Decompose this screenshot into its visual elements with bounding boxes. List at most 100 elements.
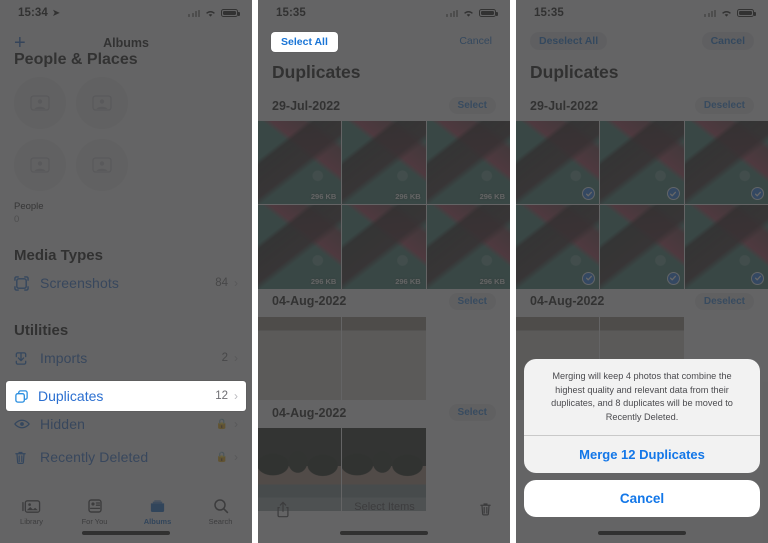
group-deselect-button[interactable]: Deselect <box>694 97 754 114</box>
battery-icon <box>221 8 240 18</box>
tab-for-you[interactable]: For You <box>63 498 126 543</box>
person-placeholder-icon <box>92 95 112 111</box>
photo-grid-group-1[interactable]: 296 KB 296 KB 296 KB 296 KB 296 KB 296 K… <box>258 121 510 289</box>
row-value: 2 <box>221 352 228 365</box>
photo-thumbnail[interactable]: 1 MB <box>342 316 426 401</box>
photo-size-label: 296 KB <box>395 192 421 202</box>
status-bar-panel1: 15:34 ➤ <box>0 0 252 26</box>
section-header-media-types: Media Types <box>14 246 103 264</box>
location-arrow-icon: ➤ <box>51 7 61 19</box>
photo-thumbnail[interactable]: 296 KB <box>258 205 342 289</box>
photo-size-label: 296 KB <box>310 276 337 286</box>
photo-thumbnail[interactable]: 1 MB <box>258 316 342 401</box>
chevron-right-icon: › <box>234 351 238 366</box>
wifi-icon <box>206 10 215 17</box>
wifi-icon <box>722 10 731 17</box>
tab-albums[interactable]: Albums <box>126 498 189 543</box>
photo-thumbnail-selected[interactable] <box>684 205 768 289</box>
group-header: 29-Jul-2022 Deselect <box>516 93 768 121</box>
status-bar-panel3: 15:35 <box>516 0 768 26</box>
action-sheet-message: Merging will keep 4 photos that combine … <box>524 359 760 436</box>
wifi-icon <box>464 10 473 17</box>
tab-label: Library <box>20 517 43 526</box>
tab-search[interactable]: Search <box>189 498 252 543</box>
tab-label: Search <box>208 517 233 526</box>
photo-thumbnail-selected[interactable] <box>516 121 600 205</box>
checkmark-icon <box>666 187 680 201</box>
bottom-toolbar: Select Items <box>258 491 510 543</box>
photo-thumbnail-selected[interactable] <box>600 205 684 289</box>
merge-duplicates-button[interactable]: Merge 12 Duplicates <box>524 436 760 473</box>
people-face-grid[interactable] <box>14 77 142 191</box>
row-value: 84 <box>215 277 228 290</box>
screenshot-stage: 15:34 ➤ + Albums People & Places People … <box>0 0 768 543</box>
tab-bar[interactable]: Library For You Albums Search <box>0 491 252 543</box>
group-select-button[interactable]: Select <box>448 97 496 114</box>
chevron-right-icon: › <box>234 276 238 291</box>
avatar[interactable] <box>14 77 66 129</box>
panel-duplicates-select: 15:35 Select All Cancel Duplicates 29-Ju… <box>258 0 510 543</box>
photo-thumbnail[interactable]: 296 KB <box>426 205 510 289</box>
status-time: 15:34 <box>18 7 48 19</box>
screenshots-icon <box>14 276 40 291</box>
home-indicator <box>82 531 170 535</box>
navigation-bar: + Albums <box>0 26 252 60</box>
checkmark-icon <box>751 187 764 201</box>
group-date: 04-Aug-2022 <box>272 405 347 420</box>
group-date: 04-Aug-2022 <box>272 294 347 309</box>
photo-thumbnail-selected[interactable] <box>516 205 600 289</box>
avatar[interactable] <box>76 139 128 191</box>
photo-thumbnail[interactable]: 296 KB <box>426 121 510 205</box>
row-imports[interactable]: Imports 2 › <box>14 342 238 375</box>
trash-icon[interactable] <box>479 501 492 517</box>
highlighted-row-value: 12 <box>215 390 228 402</box>
photo-thumbnail[interactable]: 296 KB <box>342 205 426 289</box>
deselect-all-button[interactable]: Deselect All <box>530 32 608 50</box>
cancel-button[interactable]: Cancel <box>455 32 496 50</box>
photo-thumbnail[interactable]: 296 KB <box>258 121 342 205</box>
photo-grid-group-2[interactable]: 1 MB 1 MB <box>258 316 510 401</box>
battery-icon <box>479 8 498 18</box>
group-date: 29-Jul-2022 <box>530 98 599 113</box>
photo-thumbnail[interactable]: 296 KB <box>342 121 426 205</box>
toolbar-status: Select Items <box>354 501 415 513</box>
highlighted-row-duplicates[interactable]: Duplicates 12 › <box>6 381 246 411</box>
row-recently-deleted[interactable]: Recently Deleted 🔒 › <box>14 441 238 474</box>
person-placeholder-icon <box>92 157 112 173</box>
merge-action-sheet: Merging will keep 4 photos that combine … <box>524 358 760 517</box>
tab-label: For You <box>81 517 108 526</box>
group-header: 04-Aug-2022 Select <box>258 289 510 317</box>
highlighted-select-all-button[interactable]: Select All <box>271 32 338 52</box>
photo-grid-group-1[interactable] <box>516 121 768 289</box>
checkmark-icon <box>582 187 596 201</box>
home-indicator <box>598 531 686 535</box>
checkmark-icon <box>666 271 680 285</box>
group-select-button[interactable]: Select <box>448 404 496 422</box>
duplicates-icon <box>14 389 38 404</box>
tab-library[interactable]: Library <box>0 498 63 543</box>
photo-thumbnail-selected[interactable] <box>684 121 768 205</box>
cancel-button[interactable]: Cancel <box>701 32 754 50</box>
lock-icon: 🔒 <box>215 451 228 463</box>
signal-icon <box>188 9 200 17</box>
status-indicators <box>446 8 498 18</box>
avatar[interactable] <box>14 139 66 191</box>
avatar[interactable] <box>76 77 128 129</box>
highlighted-row-label: Duplicates <box>38 388 104 404</box>
sheet-cancel-button[interactable]: Cancel <box>524 480 760 517</box>
group-deselect-button[interactable]: Deselect <box>694 292 754 310</box>
share-icon[interactable] <box>276 501 290 518</box>
hidden-eye-icon <box>14 418 40 430</box>
row-hidden[interactable]: Hidden 🔒 › <box>14 408 238 441</box>
chevron-right-icon: › <box>234 389 238 403</box>
section-header-utilities: Utilities <box>14 321 69 339</box>
photo-size-label: 296 KB <box>395 276 421 286</box>
chevron-right-icon: › <box>234 417 238 432</box>
people-album-count: 0 <box>14 213 20 225</box>
panel-duplicates-merge-dialog: 15:35 Deselect All Cancel Duplicates 29-… <box>516 0 768 543</box>
row-screenshots[interactable]: Screenshots 84 › <box>14 267 238 300</box>
home-indicator <box>340 531 428 535</box>
group-select-button[interactable]: Select <box>448 292 496 310</box>
photo-thumbnail-selected[interactable] <box>600 121 684 205</box>
for-you-icon <box>87 499 102 513</box>
